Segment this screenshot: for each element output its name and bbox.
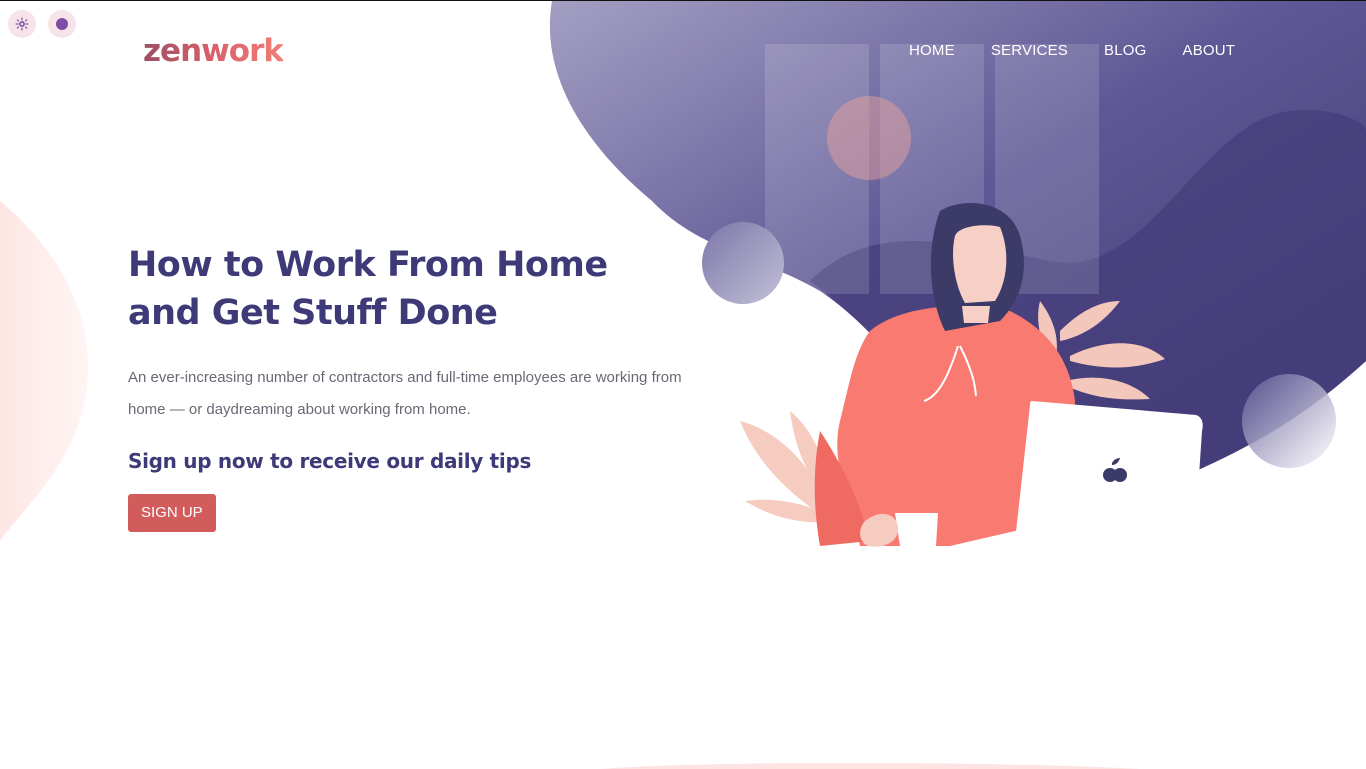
- page-title-line-2: and Get Stuff Done: [128, 293, 498, 333]
- main-nav: HOME SERVICES BLOG ABOUT: [909, 42, 1235, 59]
- accent-toggle-button[interactable]: [48, 10, 76, 38]
- nav-item-about[interactable]: ABOUT: [1182, 42, 1235, 59]
- floating-ball-left: [702, 222, 784, 304]
- page-title: How to Work From Home and Get Stuff Done: [128, 241, 608, 337]
- person-neck: [962, 306, 990, 323]
- nav-item-services[interactable]: SERVICES: [991, 42, 1068, 59]
- theme-toggle-button[interactable]: [8, 10, 36, 38]
- bottom-fade-shape: [600, 763, 1140, 769]
- person-face: [953, 225, 1007, 303]
- circle-dot-icon: [56, 18, 68, 30]
- sun-circle: [827, 96, 911, 180]
- left-decorative-blob: [0, 201, 89, 541]
- coffee-cup: [895, 513, 938, 546]
- gear-icon: [15, 17, 29, 31]
- nav-item-blog[interactable]: BLOG: [1104, 42, 1146, 59]
- page-title-line-1: How to Work From Home: [128, 245, 608, 285]
- floating-ball-right: [1242, 374, 1336, 468]
- logo[interactable]: zenwork: [143, 33, 284, 69]
- nav-item-home[interactable]: HOME: [909, 42, 955, 59]
- hero-description: An ever-increasing number of contractors…: [128, 369, 682, 418]
- cta-heading: Sign up now to receive our daily tips: [128, 449, 532, 473]
- sign-up-button[interactable]: SIGN UP: [128, 494, 216, 532]
